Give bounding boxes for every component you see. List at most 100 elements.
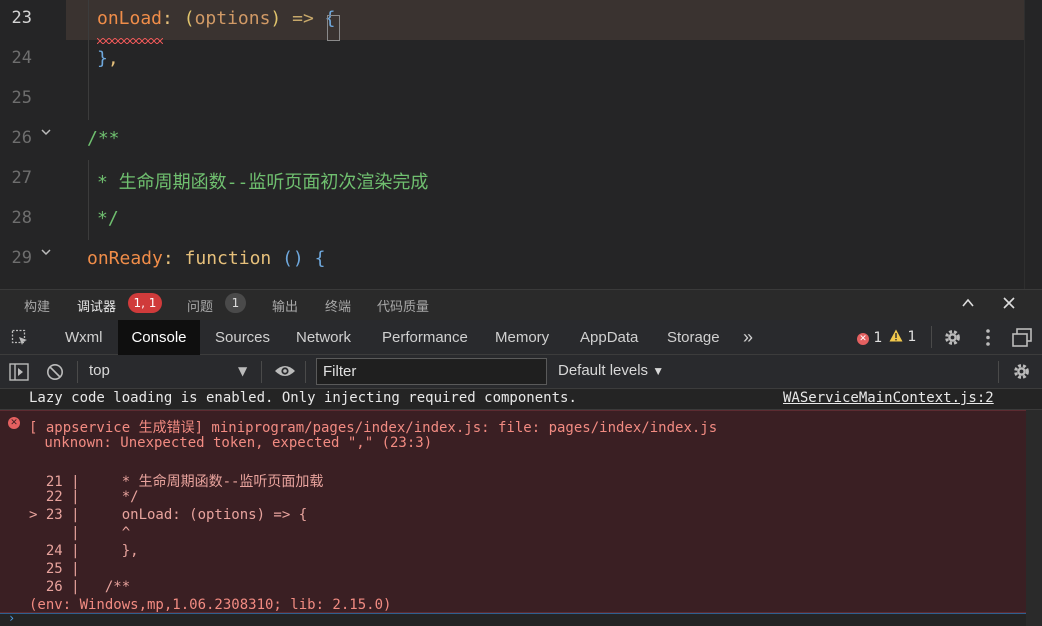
more-options-icon[interactable] [985, 328, 991, 351]
code-text: */ [97, 208, 119, 229]
code-text: }, [97, 48, 119, 69]
chevron-down-icon: ▼ [652, 364, 665, 378]
debugger-badge: 1, 1 [128, 293, 162, 313]
code-line[interactable]: 29 onReady: function () { [0, 240, 1042, 280]
collapse-icon[interactable] [960, 295, 976, 315]
chevron-down-icon[interactable]: ▼ [238, 364, 247, 378]
indent-guide [88, 160, 89, 240]
filter-input[interactable] [316, 358, 547, 385]
console-output[interactable]: Lazy code loading is enabled. Only injec… [0, 389, 1042, 626]
code-token: () [282, 248, 304, 269]
gear-icon[interactable] [943, 328, 962, 351]
code-text: onReady: function () { [87, 248, 325, 269]
inspect-element-icon[interactable] [11, 329, 29, 351]
error-message-line: 24 | }, [29, 543, 139, 559]
code-line[interactable]: 28 */ [0, 200, 1042, 240]
log-levels-dropdown[interactable]: Default levels ▼ [558, 362, 664, 379]
more-tabs-icon[interactable]: » [743, 320, 753, 355]
tab-sources[interactable]: Sources [215, 320, 270, 355]
line-number: 23 [11, 8, 32, 28]
indent-guide [88, 0, 89, 120]
error-squiggle [97, 38, 163, 44]
sidebar-toggle-icon[interactable] [9, 363, 29, 385]
tab-wxml[interactable]: Wxml [65, 320, 103, 355]
code-token: { [303, 248, 326, 269]
warning-counter[interactable]: 1 [889, 329, 916, 345]
tab-debugger[interactable]: 调试器 [77, 296, 116, 315]
context-selector[interactable]: top [89, 362, 110, 379]
tab-output[interactable]: 输出 [272, 296, 298, 315]
eye-icon[interactable] [274, 363, 296, 383]
code-line[interactable]: 27 * 生命周期函数--监听页面初次渲染完成 [0, 160, 1042, 200]
error-counter[interactable]: ✕ 1 [857, 330, 882, 346]
error-message-line: | ^ [29, 525, 131, 541]
code-text: * 生命周期函数--监听页面初次渲染完成 [97, 168, 428, 194]
code-token: onLoad [97, 8, 163, 29]
prompt-chevron-icon: › [8, 611, 16, 625]
console-toolbar: top ▼ Default levels ▼ [0, 355, 1042, 389]
line-number: 26 [11, 128, 32, 148]
console-settings-gear-icon[interactable] [1012, 362, 1031, 385]
tab-network[interactable]: Network [296, 320, 351, 355]
code-line[interactable]: 24}, [0, 40, 1042, 80]
code-token: , [107, 48, 119, 69]
devtools-panel-tabs: Wxml Console Sources Network Performance… [0, 320, 1042, 355]
close-icon[interactable] [1001, 295, 1017, 315]
tab-issues[interactable]: 问题 [187, 296, 213, 315]
code-line[interactable]: 26 /** [0, 120, 1042, 160]
warning-count: 1 [907, 329, 917, 345]
console-message-info: Lazy code loading is enabled. Only injec… [0, 389, 1042, 410]
error-message-line: 22 | */ [29, 489, 139, 505]
code-editor[interactable]: 23 onLoad: (options) => { 24}, 25 26 /** 27 * 生… [0, 0, 1042, 289]
log-levels-label: Default levels [558, 362, 649, 379]
code-text: onLoad: (options) => { [97, 8, 335, 29]
console-message-error: ✕ [ appservice 生成错误] miniprogram/pages/i… [0, 410, 1026, 613]
error-count: 1 [873, 330, 883, 346]
code-token: ( [183, 8, 195, 29]
code-token: : [162, 8, 184, 29]
tab-build[interactable]: 构建 [24, 296, 50, 315]
fold-chevron-icon[interactable] [40, 126, 52, 142]
code-line[interactable]: 25 [0, 80, 1042, 120]
line-number: 24 [11, 48, 32, 68]
clear-console-icon[interactable] [46, 363, 64, 385]
dock-icon[interactable] [1012, 328, 1032, 351]
console-scrollbar[interactable] [1026, 410, 1042, 626]
code-token: : [162, 248, 185, 269]
code-text: /** [87, 128, 120, 149]
tab-code-quality[interactable]: 代码质量 [377, 296, 429, 315]
code-token: ) [270, 8, 282, 29]
code-token: onReady [87, 248, 163, 269]
tab-appdata[interactable]: AppData [580, 320, 638, 355]
issues-badge: 1 [225, 293, 246, 313]
code-token: * 生命周期函数--监听页面初次渲染完成 [97, 172, 429, 193]
code-token: /** [87, 128, 120, 149]
tab-memory[interactable]: Memory [495, 320, 549, 355]
error-message-line: > 23 | onLoad: (options) => { [29, 507, 308, 523]
bracket-match-highlight [327, 15, 340, 41]
tab-console[interactable]: Console [118, 320, 200, 355]
error-message-line: 26 | /** [29, 579, 131, 595]
tab-storage[interactable]: Storage [667, 320, 720, 355]
editor-scrollbar[interactable] [1024, 0, 1042, 289]
fold-chevron-icon[interactable] [40, 246, 52, 262]
line-number: 29 [11, 248, 32, 268]
code-line[interactable]: 23 onLoad: (options) => { [0, 0, 1042, 40]
tab-performance[interactable]: Performance [382, 320, 468, 355]
error-message-line: 21 | * 生命周期函数--监听页面加载 [29, 474, 324, 490]
devtools-top-tabs: 构建 调试器 1, 1 问题 1 输出 终端 代码质量 [0, 289, 1042, 320]
error-message-line: unknown: Unexpected token, expected "," … [36, 435, 433, 451]
source-link[interactable]: WAServiceMainContext.js:2 [783, 390, 994, 406]
line-number: 25 [11, 88, 32, 108]
info-message-text: Lazy code loading is enabled. Only injec… [29, 390, 577, 406]
warning-icon [889, 329, 903, 342]
error-message-line: 25 | [29, 561, 80, 577]
code-token: */ [97, 208, 119, 229]
tab-terminal[interactable]: 终端 [325, 296, 351, 315]
code-token: function [184, 248, 272, 269]
error-icon: ✕ [8, 417, 20, 429]
console-prompt[interactable]: › [0, 611, 1026, 626]
line-number: 27 [11, 168, 32, 188]
error-icon: ✕ [857, 333, 869, 345]
